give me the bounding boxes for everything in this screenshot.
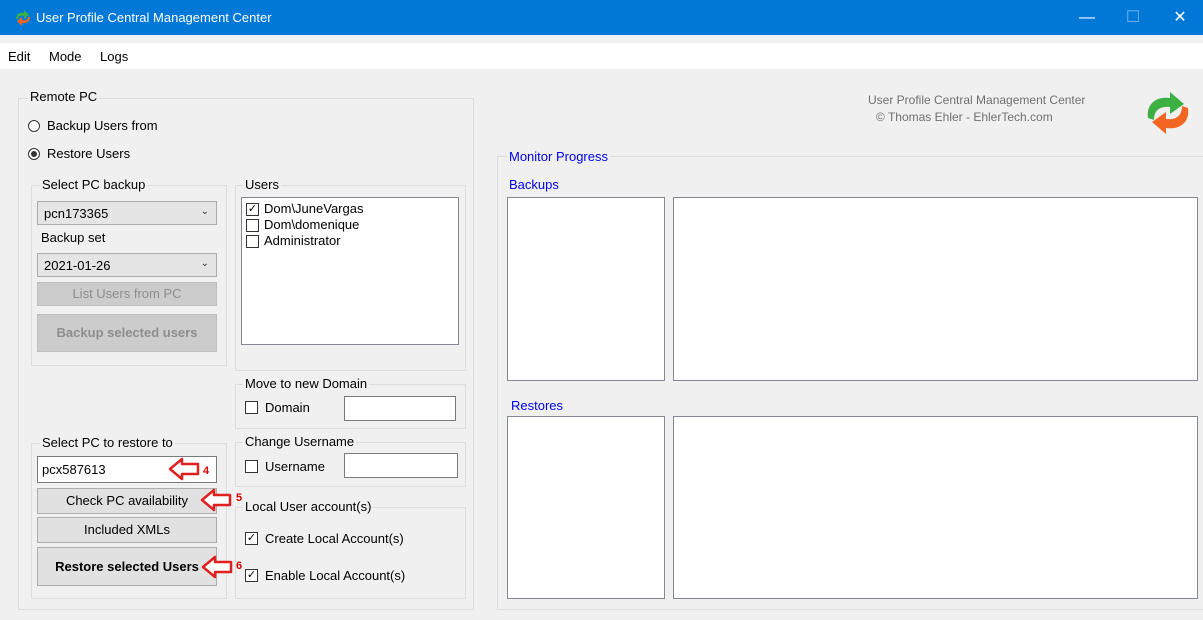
annotation-marker-5: 5 [236, 492, 243, 504]
user-label-administrator[interactable]: Administrator [264, 233, 341, 248]
restore-users-radio-label[interactable]: Restore Users [47, 146, 130, 161]
backup-set-label: Backup set [41, 230, 106, 245]
check-pc-availability-button[interactable]: Check PC availability [37, 488, 217, 514]
branding-copyright: © Thomas Ehler - EhlerTech.com [876, 110, 1053, 124]
username-checkbox-label[interactable]: Username [265, 459, 325, 474]
select-pc-backup-title: Select PC backup [40, 177, 148, 192]
create-local-account-label[interactable]: Create Local Account(s) [265, 531, 404, 546]
local-account-group [235, 507, 466, 599]
user-checkbox-administrator[interactable] [246, 235, 259, 248]
monitor-progress-title: Monitor Progress [507, 149, 610, 164]
backups-list[interactable] [507, 197, 665, 381]
backups-log[interactable] [673, 197, 1198, 381]
backup-set-combo[interactable]: 2021-01-26 ⌄ [37, 253, 217, 277]
annotation-arrow-icon [201, 555, 233, 579]
title-bar[interactable]: User Profile Central Management Center —… [0, 0, 1203, 35]
restore-users-radio[interactable] [28, 148, 40, 160]
chevron-down-icon: ⌄ [200, 258, 209, 269]
branding-app-name: User Profile Central Management Center [868, 93, 1086, 107]
annotation-arrow-icon [200, 488, 232, 512]
user-label-domenique[interactable]: Dom\domenique [264, 217, 359, 232]
domain-input[interactable] [344, 396, 456, 421]
maximize-button[interactable]: ☐ [1110, 0, 1156, 35]
enable-local-account-checkbox[interactable]: ✓ [245, 569, 258, 582]
chevron-down-icon: ⌄ [200, 206, 209, 217]
list-users-button[interactable]: List Users from PC [37, 282, 217, 306]
annotation-marker-4: 4 [203, 465, 210, 477]
menu-mode[interactable]: Mode [49, 49, 82, 64]
menu-bar: Edit Mode Logs [0, 43, 1203, 69]
backup-users-radio[interactable] [28, 120, 40, 132]
domain-checkbox[interactable] [245, 401, 258, 414]
window-title: User Profile Central Management Center [36, 10, 272, 25]
restores-log[interactable] [673, 416, 1198, 599]
menu-edit[interactable]: Edit [8, 49, 30, 64]
create-local-account-checkbox[interactable]: ✓ [245, 532, 258, 545]
app-logo-icon [16, 10, 30, 26]
users-title: Users [243, 177, 281, 192]
logo-refresh-icon [1147, 92, 1189, 134]
close-button[interactable]: ✕ [1157, 0, 1203, 35]
restores-label: Restores [511, 398, 564, 413]
enable-local-account-label[interactable]: Enable Local Account(s) [265, 568, 405, 583]
backup-pc-combo[interactable]: pcn173365 ⌄ [37, 201, 217, 225]
user-checkbox-junevargas[interactable]: ✓ [246, 203, 259, 216]
local-account-title: Local User account(s) [243, 499, 374, 514]
users-listbox[interactable]: ✓ Dom\JuneVargas Dom\domenique Administr… [241, 197, 459, 345]
backup-pc-value: pcn173365 [44, 206, 109, 221]
backup-users-radio-label[interactable]: Backup Users from [47, 118, 158, 133]
username-input[interactable] [344, 453, 458, 478]
remote-pc-title: Remote PC [28, 89, 100, 104]
move-domain-title: Move to new Domain [243, 376, 370, 391]
user-checkbox-domenique[interactable] [246, 219, 259, 232]
change-username-title: Change Username [243, 434, 357, 449]
restore-selected-users-button[interactable]: Restore selected Users [37, 547, 217, 586]
backup-set-value: 2021-01-26 [44, 258, 111, 273]
menu-logs[interactable]: Logs [100, 49, 128, 64]
domain-checkbox-label[interactable]: Domain [265, 400, 310, 415]
backup-selected-users-button[interactable]: Backup selected users [37, 314, 217, 352]
minimize-button[interactable]: — [1064, 0, 1110, 35]
restores-list[interactable] [507, 416, 665, 599]
annotation-arrow-icon [168, 457, 200, 481]
user-label-junevargas[interactable]: Dom\JuneVargas [264, 201, 363, 216]
annotation-marker-6: 6 [236, 560, 243, 572]
backups-label: Backups [509, 177, 559, 192]
included-xmls-button[interactable]: Included XMLs [37, 517, 217, 543]
username-checkbox[interactable] [245, 460, 258, 473]
restore-target-title: Select PC to restore to [40, 435, 175, 450]
